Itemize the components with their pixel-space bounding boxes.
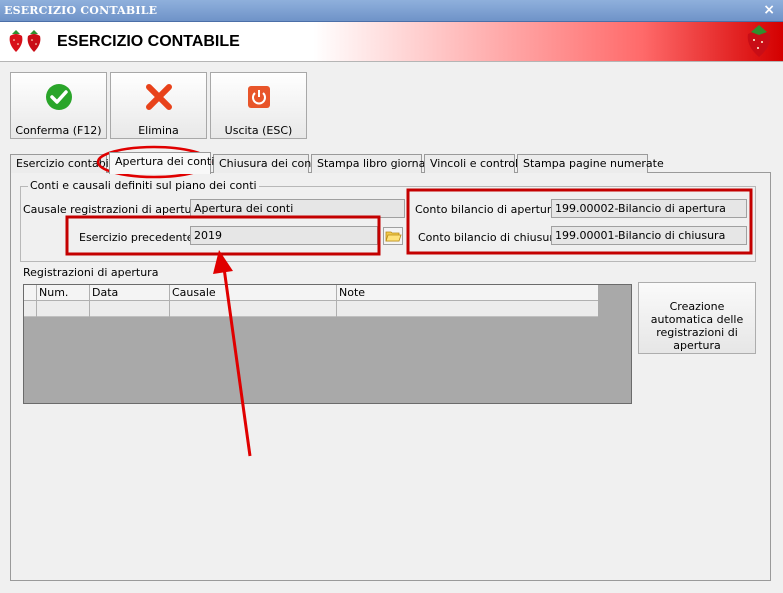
- cell-num[interactable]: [37, 301, 90, 317]
- conto-chiusura-label: Conto bilancio di chiusura :: [418, 231, 568, 244]
- column-header-data[interactable]: Data: [90, 285, 170, 301]
- causale-label: Causale registrazioni di apertura :: [23, 203, 210, 216]
- tab-esercizio-contabile[interactable]: Esercizio contabile: [10, 154, 119, 173]
- tab-vincoli-e-controlli[interactable]: Vincoli e controlli: [424, 154, 524, 173]
- column-header-causale[interactable]: Causale: [170, 285, 337, 301]
- power-icon: [248, 86, 270, 108]
- conto-apertura-label: Conto bilancio di apertura :: [415, 203, 566, 216]
- conti-causali-group: Conti e causali definiti sul piano dei c…: [20, 179, 756, 262]
- cell-data[interactable]: [90, 301, 170, 317]
- header-banner: ESERCIZIO CONTABILE: [0, 22, 783, 62]
- causale-field[interactable]: Apertura dei conti: [190, 199, 405, 218]
- tab-stampa-libro-giornale[interactable]: Stampa libro giornale: [311, 154, 435, 173]
- table-row[interactable]: [24, 301, 598, 317]
- tab-apertura-dei-conti[interactable]: Apertura dei conti: [109, 152, 214, 174]
- row-selector-header: [24, 285, 37, 301]
- strawberry-logo-icon: [9, 30, 41, 52]
- close-icon[interactable]: ×: [763, 2, 775, 18]
- window-titlebar: ESERCIZIO CONTABILE ×: [0, 0, 783, 22]
- cell-note[interactable]: [337, 301, 598, 317]
- page-title: ESERCIZIO CONTABILE: [57, 33, 240, 50]
- row-selector[interactable]: [24, 301, 37, 317]
- column-header-num[interactable]: Num.: [37, 285, 90, 301]
- checkmark-icon: [46, 84, 72, 110]
- cell-causale[interactable]: [170, 301, 337, 317]
- creazione-automatica-button[interactable]: Creazione automatica delle registrazioni…: [638, 282, 756, 354]
- esercizio-precedente-field[interactable]: 2019: [190, 226, 378, 245]
- creazione-automatica-label: Creazione automatica delle registrazioni…: [650, 300, 744, 352]
- conto-chiusura-field[interactable]: 199.00001-Bilancio di chiusura: [551, 226, 747, 245]
- confirm-button[interactable]: Conferma (F12): [10, 72, 107, 139]
- exit-button[interactable]: Uscita (ESC): [210, 72, 307, 139]
- conto-apertura-field[interactable]: 199.00002-Bilancio di apertura: [551, 199, 747, 218]
- folder-open-icon[interactable]: [383, 227, 403, 245]
- esercizio-precedente-label: Esercizio precedente :: [79, 231, 201, 244]
- strawberry-icon: [747, 25, 771, 57]
- registrazioni-grid[interactable]: Num. Data Causale Note: [23, 284, 632, 404]
- column-header-note[interactable]: Note: [337, 285, 598, 301]
- delete-label: Elimina: [138, 124, 179, 137]
- delete-x-icon: [146, 84, 172, 110]
- registrazioni-title: Registrazioni di apertura: [23, 266, 159, 279]
- tab-stampa-pagine-numerate[interactable]: Stampa pagine numerate: [517, 154, 664, 173]
- group-legend: Conti e causali definiti sul piano dei c…: [28, 179, 259, 192]
- grid-header: Num. Data Causale Note: [24, 285, 598, 301]
- tab-chiusura-dei-conti[interactable]: Chiusura dei conti: [213, 154, 319, 173]
- confirm-label: Conferma (F12): [15, 124, 102, 137]
- window-title: ESERCIZIO CONTABILE: [4, 4, 158, 17]
- exit-label: Uscita (ESC): [224, 124, 293, 137]
- delete-button[interactable]: Elimina: [110, 72, 207, 139]
